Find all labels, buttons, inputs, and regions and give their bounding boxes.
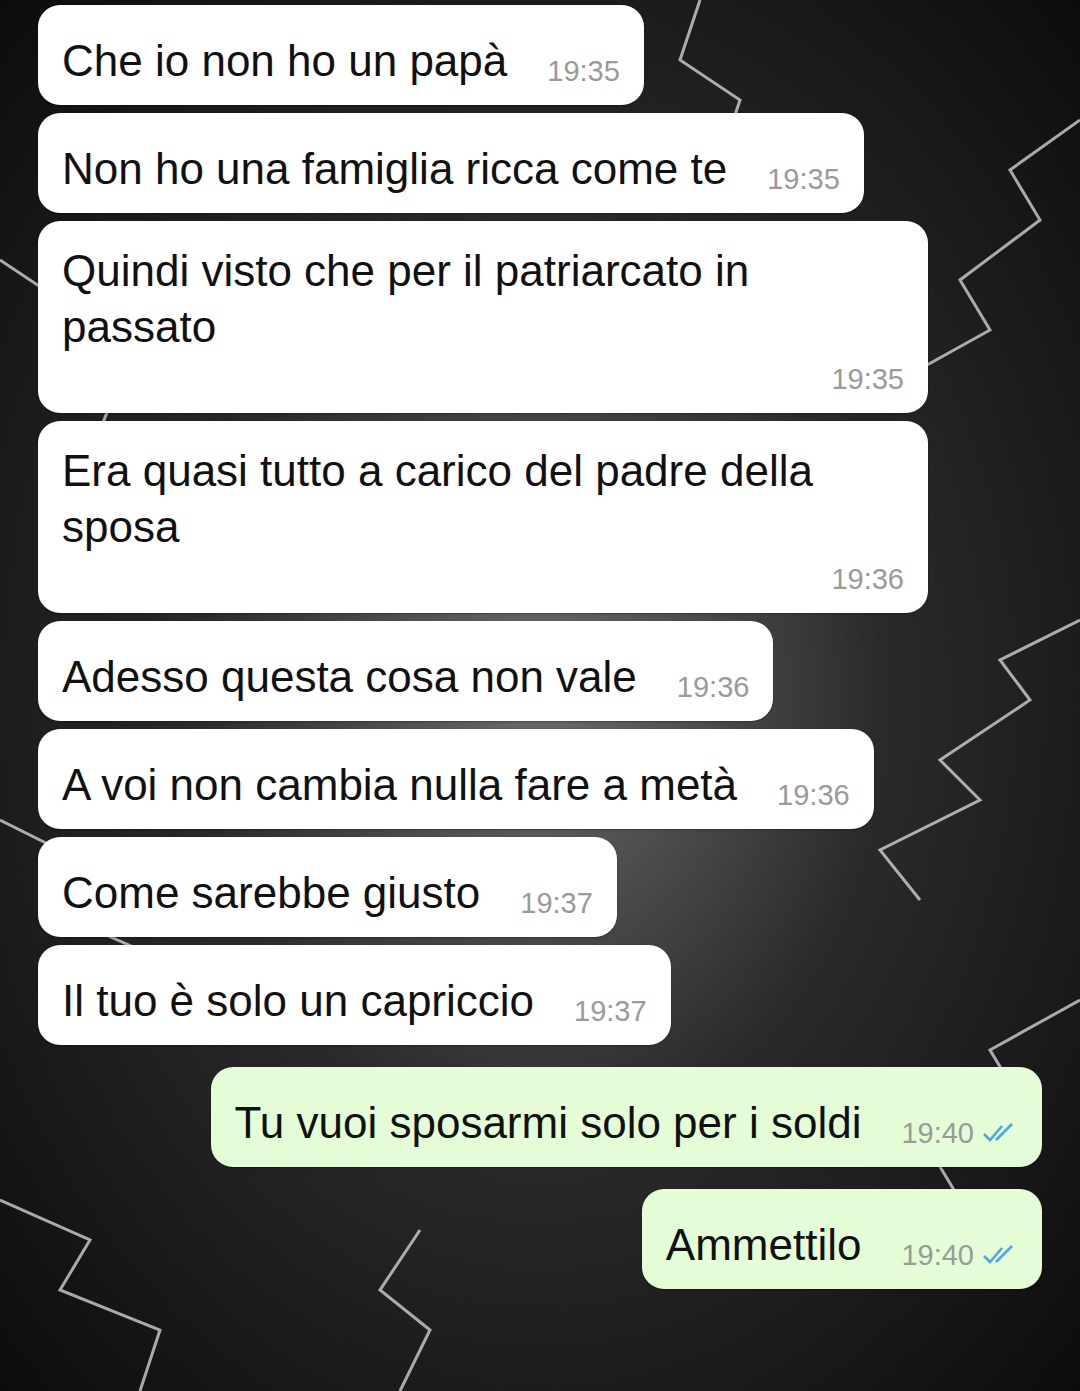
message-meta: 19:37 — [520, 879, 593, 921]
message-row: Non ho una famiglia ricca come te 19:35 — [38, 113, 1042, 213]
message-meta: 19:35 — [547, 47, 620, 89]
message-text: Era quasi tutto a carico del padre della… — [62, 443, 904, 555]
message-bubble[interactable]: Che io non ho un papà 19:35 — [38, 5, 644, 105]
message-bubble[interactable]: Come sarebbe giusto 19:37 — [38, 837, 617, 937]
message-bubble[interactable]: Il tuo è solo un capriccio 19:37 — [38, 945, 671, 1045]
message-bubble[interactable]: A voi non cambia nulla fare a metà 19:36 — [38, 729, 874, 829]
message-text: Non ho una famiglia ricca come te — [62, 141, 727, 197]
message-row: A voi non cambia nulla fare a metà 19:36 — [38, 729, 1042, 829]
message-meta: 19:36 — [677, 663, 750, 705]
message-meta: 19:37 — [574, 987, 647, 1029]
message-row: Il tuo è solo un capriccio 19:37 — [38, 945, 1042, 1045]
message-bubble[interactable]: Adesso questa cosa non vale 19:36 — [38, 621, 773, 721]
message-time: 19:37 — [520, 885, 593, 921]
message-text: Ammettilo — [666, 1217, 862, 1273]
message-row: Adesso questa cosa non vale 19:36 — [38, 621, 1042, 721]
double-check-icon — [982, 1243, 1018, 1267]
message-time: 19:36 — [831, 561, 904, 597]
message-text: Come sarebbe giusto — [62, 865, 480, 921]
message-text: A voi non cambia nulla fare a metà — [62, 757, 737, 813]
message-text: Il tuo è solo un capriccio — [62, 973, 534, 1029]
message-text: Adesso questa cosa non vale — [62, 649, 637, 705]
message-text: Quindi visto che per il patriarcato in p… — [62, 243, 904, 355]
message-bubble[interactable]: Quindi visto che per il patriarcato in p… — [38, 221, 928, 413]
message-row: Come sarebbe giusto 19:37 — [38, 837, 1042, 937]
double-check-icon — [982, 1121, 1018, 1145]
message-time: 19:36 — [677, 669, 750, 705]
message-row: Tu vuoi sposarmi solo per i soldi 19:40 — [38, 1067, 1042, 1167]
message-meta: 19:40 — [901, 1231, 1018, 1273]
message-time: 19:40 — [901, 1237, 974, 1273]
message-time: 19:40 — [901, 1115, 974, 1151]
message-text: Che io non ho un papà — [62, 33, 507, 89]
message-row: Che io non ho un papà 19:35 — [38, 5, 1042, 105]
message-row: Quindi visto che per il patriarcato in p… — [38, 221, 1042, 413]
message-meta: 19:35 — [767, 155, 840, 197]
message-bubble[interactable]: Non ho una famiglia ricca come te 19:35 — [38, 113, 864, 213]
message-meta: 19:35 — [831, 355, 904, 397]
message-list: Che io non ho un papà19:35Non ho una fam… — [0, 0, 1080, 1299]
message-time: 19:35 — [767, 161, 840, 197]
message-time: 19:37 — [574, 993, 647, 1029]
message-time: 19:35 — [831, 361, 904, 397]
message-time: 19:36 — [777, 777, 850, 813]
message-time: 19:35 — [547, 53, 620, 89]
message-meta: 19:40 — [901, 1109, 1018, 1151]
message-bubble[interactable]: Ammettilo 19:40 — [642, 1189, 1042, 1289]
chat-screen: Che io non ho un papà19:35Non ho una fam… — [0, 0, 1080, 1391]
message-bubble[interactable]: Tu vuoi sposarmi solo per i soldi 19:40 — [211, 1067, 1042, 1167]
message-row: Era quasi tutto a carico del padre della… — [38, 421, 1042, 613]
message-text: Tu vuoi sposarmi solo per i soldi — [235, 1095, 862, 1151]
message-row: Ammettilo 19:40 — [38, 1189, 1042, 1289]
message-meta: 19:36 — [831, 555, 904, 597]
message-bubble[interactable]: Era quasi tutto a carico del padre della… — [38, 421, 928, 613]
message-meta: 19:36 — [777, 771, 850, 813]
